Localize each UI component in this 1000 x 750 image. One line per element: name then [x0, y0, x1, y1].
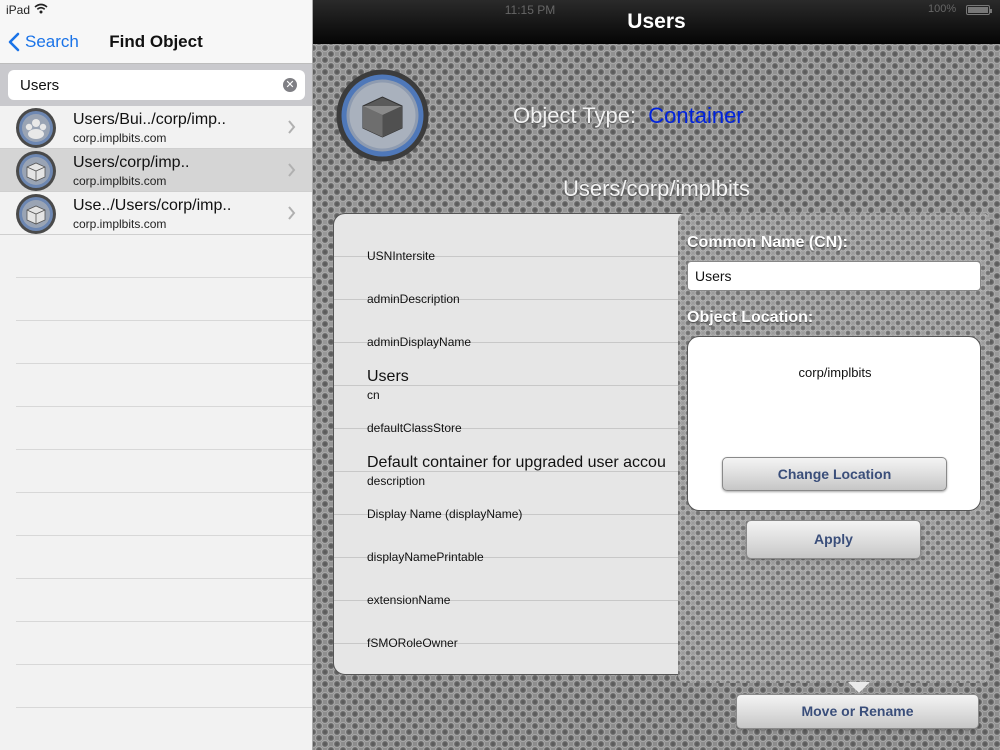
result-subtitle: corp.implbits.com [73, 131, 167, 145]
empty-row [16, 278, 312, 321]
common-name-label: Common Name (CN): [687, 234, 848, 251]
find-object-sidebar: Search Find Object ✕ Users/Bui../corp/im… [0, 0, 313, 750]
clear-search-icon[interactable]: ✕ [283, 78, 297, 92]
search-results-list: Users/Bui../corp/imp.. corp.implbits.com… [0, 106, 312, 708]
empty-row [16, 622, 312, 665]
attribute-row[interactable]: fSMORoleOwner [334, 601, 692, 650]
empty-row [16, 450, 312, 493]
object-path: Users/corp/implbits [562, 176, 751, 201]
popover-arrow [848, 682, 870, 693]
object-type: Object Type: Container [513, 103, 744, 129]
object-type-label: Object Type: [513, 103, 637, 128]
attribute-row[interactable]: defaultClassStore [334, 386, 692, 435]
attribute-row[interactable]: Display Name (displayName) [334, 472, 692, 521]
result-row[interactable]: Use../Users/corp/imp.. corp.implbits.com [0, 192, 312, 235]
search-field: ✕ [8, 70, 305, 100]
object-detail-pane: Users Object Type: Container Users/corp/… [313, 0, 1000, 750]
change-location-button[interactable]: Change Location [722, 457, 947, 491]
attribute-row[interactable]: Default container for upgraded user acco… [334, 429, 692, 488]
attribute-row[interactable]: Users cn [334, 343, 692, 402]
empty-row [16, 407, 312, 450]
result-subtitle: corp.implbits.com [73, 217, 167, 231]
battery-icon [966, 5, 992, 15]
chevron-right-icon [288, 120, 296, 134]
edit-popover: Common Name (CN): Object Location: corp/… [678, 213, 990, 683]
wifi-icon [34, 3, 48, 14]
common-name-input[interactable] [687, 261, 981, 291]
attribute-row[interactable]: adminDescription [334, 257, 692, 306]
clock: 11:15 PM [504, 3, 556, 17]
search-bar: ✕ [0, 64, 312, 106]
device-name: iPad [6, 3, 31, 17]
object-location-box: corp/implbits Change Location [687, 336, 981, 511]
empty-row [16, 536, 312, 579]
container-icon [16, 151, 56, 191]
result-title: Users/corp/imp.. [73, 154, 190, 171]
sidebar-title: Find Object [109, 32, 203, 51]
empty-row [16, 321, 312, 364]
attribute-row[interactable]: USNIntersite [334, 214, 692, 263]
attribute-row[interactable]: extensionName [334, 558, 692, 607]
battery-percentage: 100% [928, 3, 957, 15]
attribute-name: fSMORoleOwner [367, 636, 458, 650]
attribute-row[interactable]: adminDisplayName [334, 300, 692, 349]
empty-row [16, 579, 312, 622]
result-title: Use../Users/corp/imp.. [73, 197, 232, 214]
empty-row [16, 235, 312, 278]
result-row-selected[interactable]: Users/corp/imp.. corp.implbits.com [0, 149, 312, 192]
attribute-table: USNIntersite adminDescription adminDispl… [333, 213, 693, 675]
container-icon [336, 69, 429, 162]
apply-button[interactable]: Apply [746, 520, 921, 559]
result-title: Users/Bui../corp/imp.. [73, 111, 226, 128]
empty-row [16, 665, 312, 708]
object-type-value: Container [648, 103, 744, 128]
object-location-value: corp/implbits [798, 365, 872, 380]
container-icon [16, 194, 56, 234]
status-bar: iPad 11:15 PM 100% [0, 0, 1000, 20]
empty-row [16, 493, 312, 536]
empty-row [16, 364, 312, 407]
chevron-right-icon [288, 163, 296, 177]
search-input[interactable] [20, 75, 270, 95]
result-row[interactable]: Users/Bui../corp/imp.. corp.implbits.com [0, 106, 312, 149]
chevron-right-icon [288, 206, 296, 220]
user-group-icon [16, 108, 56, 148]
attribute-row[interactable]: displayNamePrintable [334, 515, 692, 564]
object-location-label: Object Location: [687, 309, 814, 326]
attribute-value: Users [367, 368, 409, 385]
result-subtitle: corp.implbits.com [73, 174, 167, 188]
attribute-value: Default container for upgraded user acco… [367, 454, 666, 471]
move-or-rename-button[interactable]: Move or Rename [736, 694, 979, 729]
